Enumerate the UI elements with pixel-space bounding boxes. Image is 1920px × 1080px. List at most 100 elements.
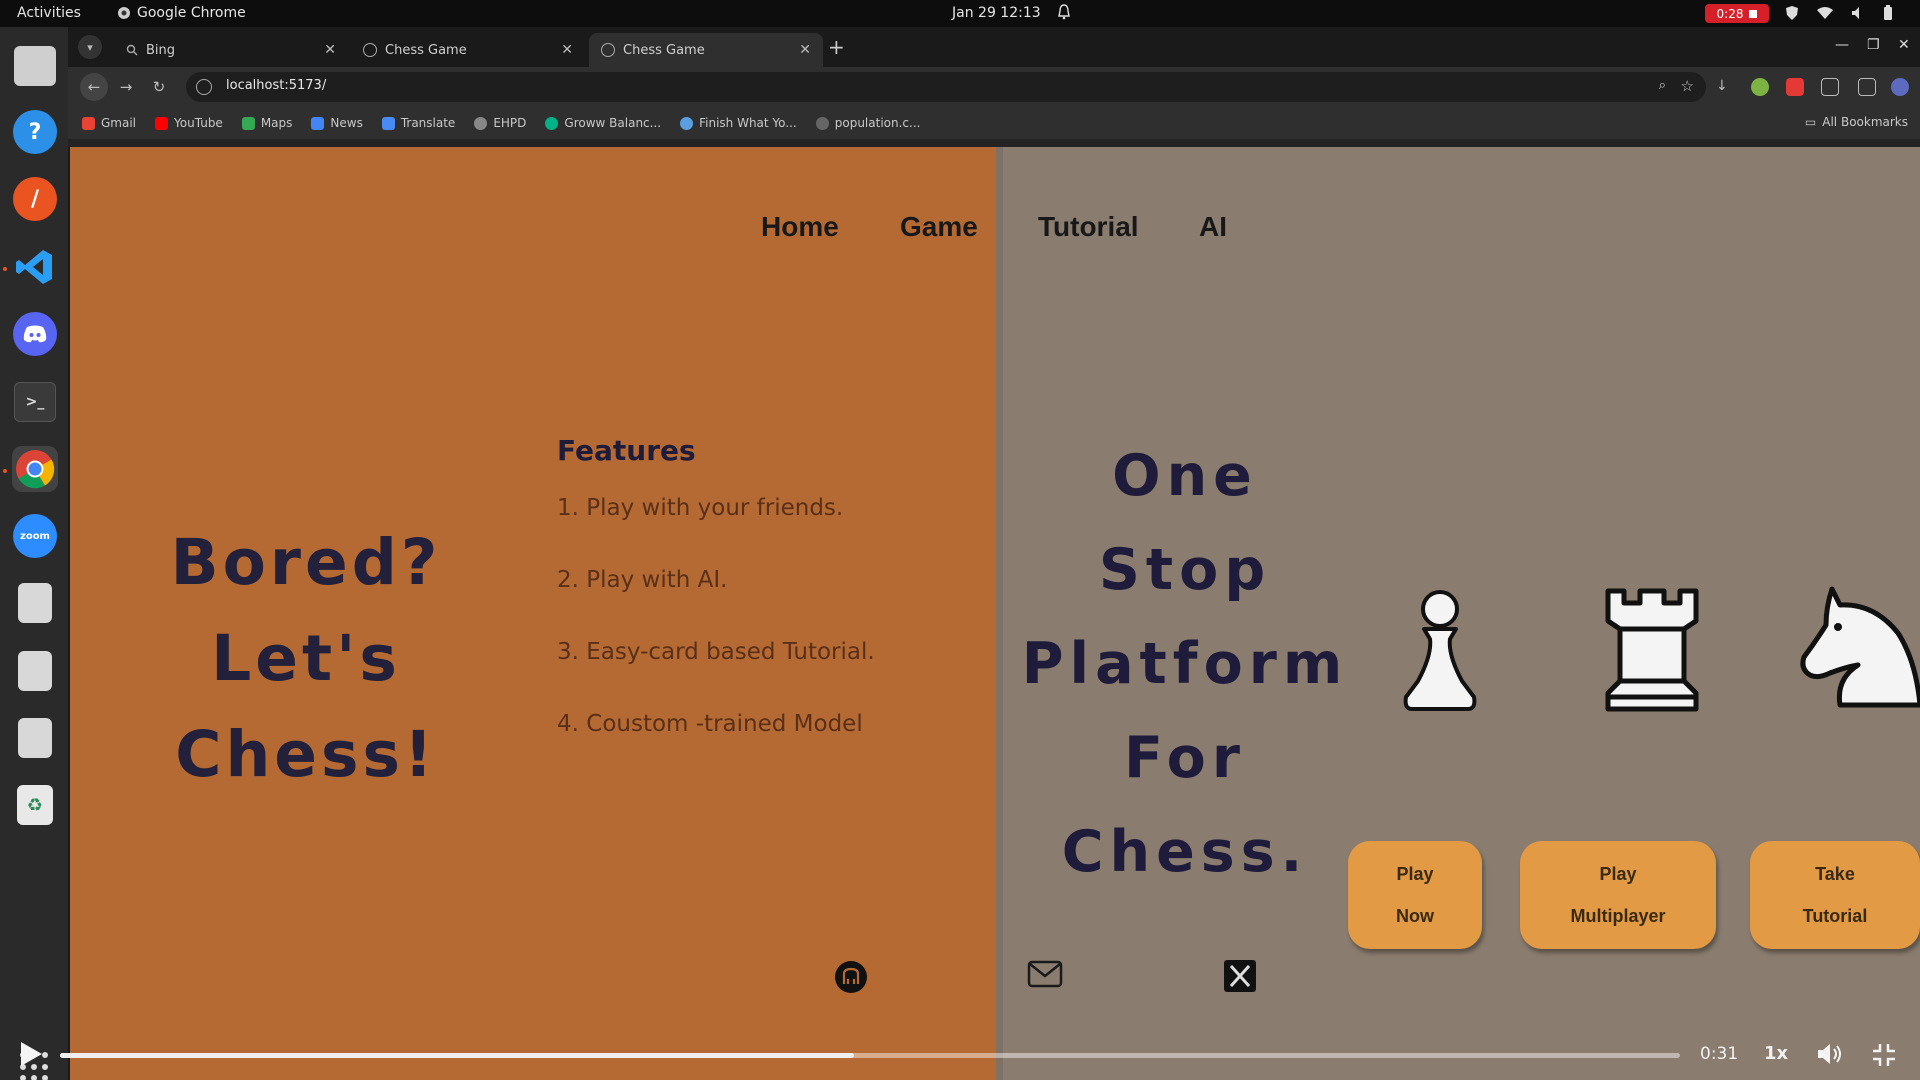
- minimize-icon[interactable]: —: [1835, 37, 1849, 53]
- video-progress-bar[interactable]: [60, 1053, 1680, 1058]
- video-time: 0:31: [1700, 1044, 1739, 1064]
- zoom-icon: zoom: [13, 514, 57, 558]
- hero-left-line-2: Let's Chess!: [175, 622, 437, 791]
- bookmark-label: population.c...: [834, 116, 921, 130]
- dock-help[interactable]: ?: [12, 109, 58, 155]
- system-tray[interactable]: [1785, 5, 1893, 21]
- download-icon[interactable]: ↓: [1716, 78, 1734, 96]
- address-bar[interactable]: localhost:5173/ ⌕ ☆: [186, 72, 1706, 102]
- github-icon[interactable]: [834, 960, 868, 994]
- wifi-icon: [1817, 7, 1833, 19]
- nav-ai[interactable]: AI: [1199, 211, 1227, 243]
- dock-terminal[interactable]: >_: [12, 379, 58, 425]
- x-twitter-icon[interactable]: [1224, 960, 1256, 992]
- play-multiplayer-button[interactable]: Play Multiplayer: [1520, 841, 1716, 949]
- activities-button[interactable]: Activities: [17, 5, 81, 21]
- chrome-icon: [16, 450, 55, 489]
- tab-chess-game-1[interactable]: Chess Game ✕: [351, 33, 585, 67]
- knight-icon: [1800, 586, 1920, 708]
- bookmark-groww[interactable]: Groww Balanc...: [545, 116, 661, 130]
- running-indicator: [3, 469, 7, 473]
- dock-discord[interactable]: [12, 311, 58, 357]
- mail-icon[interactable]: [1027, 960, 1063, 988]
- volume-icon[interactable]: [1816, 1042, 1842, 1066]
- extension-green-icon[interactable]: [1751, 78, 1769, 96]
- extensions-puzzle-icon[interactable]: [1821, 78, 1839, 96]
- reload-icon[interactable]: ↻: [148, 76, 170, 98]
- all-bookmarks-label: All Bookmarks: [1822, 115, 1908, 129]
- folder-icon: ▭: [1804, 115, 1817, 129]
- bookmark-finish-what[interactable]: Finish What Yo...: [680, 116, 797, 130]
- zoom-magnifier-icon[interactable]: ⌕: [1659, 78, 1666, 93]
- extension-red-icon[interactable]: [1786, 78, 1804, 96]
- site-info-icon[interactable]: [196, 79, 212, 95]
- hero-right-line: Chess.: [1061, 819, 1309, 885]
- dock-app-center[interactable]: /: [12, 176, 58, 222]
- browser-toolbar: ← → ↻ localhost:5173/ ⌕ ☆ ↓: [68, 67, 1920, 107]
- features-title: Features: [557, 434, 696, 467]
- tab-chess-game-2[interactable]: Chess Game ✕: [589, 33, 823, 67]
- bookmark-maps[interactable]: Maps: [241, 116, 293, 130]
- dock-drive-3[interactable]: [12, 715, 58, 761]
- dock-vscode[interactable]: [12, 244, 58, 290]
- video-controls: 0:31 1x: [0, 1030, 1920, 1080]
- all-bookmarks[interactable]: ▭ All Bookmarks: [1805, 115, 1908, 129]
- search-icon: [126, 44, 138, 56]
- dock-files[interactable]: [12, 43, 58, 89]
- hero-left-line-1: Bored?: [170, 526, 442, 599]
- app-menu[interactable]: Google Chrome: [117, 5, 246, 21]
- tab-search-chevron-icon[interactable]: ▾: [78, 35, 102, 59]
- dock-trash[interactable]: ♻: [12, 782, 58, 828]
- nav-game[interactable]: Game: [900, 211, 978, 243]
- play-now-button[interactable]: Play Now: [1348, 841, 1482, 949]
- button-label: Play: [1599, 863, 1637, 884]
- button-label: Multiplayer: [1570, 905, 1666, 926]
- panel-divider: [996, 147, 1003, 1080]
- side-panel-icon[interactable]: [1858, 78, 1876, 96]
- clock[interactable]: Jan 29 12:13: [952, 5, 1041, 21]
- take-tutorial-button[interactable]: Take Tutorial: [1750, 841, 1920, 949]
- dock-drive-1[interactable]: [12, 580, 58, 626]
- dock-chrome[interactable]: [12, 446, 58, 492]
- tab-bing[interactable]: Bing ✕: [114, 33, 348, 67]
- nav-tutorial[interactable]: Tutorial: [1038, 211, 1139, 243]
- bookmark-star-icon[interactable]: ☆: [1681, 77, 1694, 95]
- play-icon[interactable]: [18, 1040, 44, 1068]
- tab-title: Chess Game: [385, 42, 467, 58]
- hero-right-line: Stop: [1098, 537, 1272, 603]
- hero-right-line: One: [1112, 443, 1258, 509]
- hero-right-line: Platform: [1021, 631, 1349, 697]
- url-text[interactable]: localhost:5173/: [226, 78, 326, 93]
- globe-icon: [680, 116, 694, 130]
- close-tab-icon[interactable]: ✕: [561, 42, 573, 58]
- dock-drive-2[interactable]: [12, 648, 58, 694]
- profile-avatar-icon[interactable]: [1891, 78, 1909, 96]
- bookmark-label: Maps: [260, 116, 293, 130]
- button-label: Now: [1396, 905, 1434, 926]
- screen-recording-indicator[interactable]: 0:28: [1705, 4, 1769, 23]
- close-tab-icon[interactable]: ✕: [324, 42, 336, 58]
- forward-arrow-icon[interactable]: →: [115, 76, 137, 98]
- bookmark-population[interactable]: population.c...: [815, 116, 921, 130]
- exit-fullscreen-icon[interactable]: [1872, 1043, 1896, 1067]
- globe-icon: [474, 116, 488, 130]
- bookmark-translate[interactable]: Translate: [381, 116, 456, 130]
- close-tab-icon[interactable]: ✕: [799, 42, 811, 58]
- dock-zoom[interactable]: zoom: [12, 513, 58, 559]
- features-list: 1. Play with your friends. 2. Play with …: [557, 495, 977, 783]
- stop-square-icon: [1749, 9, 1758, 18]
- maximize-icon[interactable]: ❐: [1867, 37, 1880, 53]
- bookmark-label: Translate: [400, 116, 456, 130]
- bookmark-youtube[interactable]: YouTube: [155, 116, 223, 130]
- youtube-icon: [155, 116, 169, 130]
- bookmark-ehpd[interactable]: EHPD: [474, 116, 526, 130]
- bookmark-gmail[interactable]: Gmail: [82, 116, 136, 130]
- close-window-icon[interactable]: ✕: [1898, 37, 1910, 53]
- new-tab-plus-icon[interactable]: +: [828, 35, 845, 59]
- groww-icon: [545, 116, 559, 130]
- help-icon: ?: [13, 110, 57, 154]
- back-arrow-icon[interactable]: ←: [80, 73, 108, 101]
- playback-speed[interactable]: 1x: [1764, 1043, 1788, 1064]
- nav-home[interactable]: Home: [761, 211, 839, 243]
- bookmark-news[interactable]: News: [311, 116, 363, 130]
